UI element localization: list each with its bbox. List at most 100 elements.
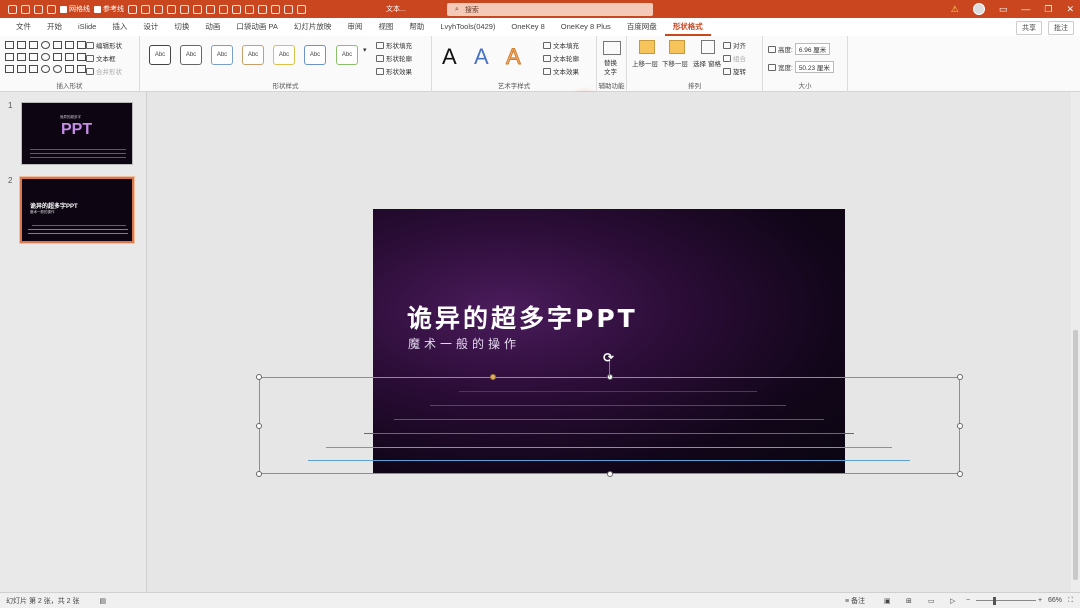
shape-gallery-item[interactable] (41, 53, 50, 61)
undo-icon[interactable] (21, 4, 30, 14)
more-icon[interactable] (297, 4, 306, 14)
shape-fill-button[interactable]: 形状填充 (376, 40, 412, 50)
shape-gallery-item[interactable] (29, 53, 38, 61)
shape-gallery-item[interactable] (65, 41, 74, 49)
wordart-preset[interactable]: A (506, 44, 522, 70)
shape-gallery-item[interactable] (17, 65, 26, 73)
shape-style-preset[interactable]: Abc (336, 45, 358, 65)
slide-thumbnail-1[interactable]: 诡异的超多字 PPT (21, 102, 133, 165)
ungroup-icon[interactable] (245, 4, 254, 14)
distribute-horizontal-icon[interactable] (206, 4, 215, 14)
shape-gallery-item[interactable] (77, 41, 86, 49)
tab-9[interactable]: 审阅 (339, 18, 370, 36)
save-icon[interactable] (8, 4, 17, 14)
close-icon[interactable]: ✕ (1066, 4, 1074, 15)
gridlines-checkbox[interactable]: 网格线 (60, 4, 90, 14)
shape-gallery-item[interactable] (65, 53, 74, 61)
shape-gallery-item[interactable] (29, 65, 38, 73)
shape-style-preset[interactable]: Abc (180, 45, 202, 65)
group-button[interactable]: 组合 (723, 53, 746, 63)
gallery-scroll-icon[interactable]: ▾ (363, 46, 367, 54)
text-box-button[interactable]: 文本框 (86, 53, 116, 63)
comments-button[interactable]: 批注 (1048, 21, 1074, 35)
slide-thumbnail-2[interactable]: 诡异的超多字PPT 魔术一般的操作 (19, 176, 135, 244)
shape-style-preset[interactable]: Abc (304, 45, 326, 65)
resize-handle[interactable] (957, 471, 963, 477)
resize-handle[interactable] (607, 471, 613, 477)
search-box[interactable]: ⌕ 搜索 (447, 3, 653, 16)
share-button[interactable]: 共享 (1016, 21, 1042, 35)
shapes-gallery[interactable] (5, 41, 86, 75)
fit-slide-icon[interactable]: ⛶ (1068, 597, 1073, 605)
shape-gallery-item[interactable] (17, 41, 26, 49)
normal-view-icon[interactable]: ▣ (884, 597, 891, 605)
tab-7[interactable]: 口袋动画 PA (228, 18, 286, 36)
shape-gallery-item[interactable] (5, 65, 14, 73)
bring-forward-button[interactable]: 上移一层 (632, 58, 658, 68)
align-right-icon[interactable] (154, 4, 163, 14)
shape-gallery-item[interactable] (53, 41, 62, 49)
shape-gallery-item[interactable] (41, 41, 50, 49)
selection-box[interactable] (259, 377, 960, 474)
shape-style-preset[interactable]: Abc (211, 45, 233, 65)
zoom-out-icon[interactable]: − (966, 597, 970, 604)
tab-14[interactable]: OneKey 8 Plus (553, 18, 619, 36)
text-effects-button[interactable]: 文本效果 (543, 66, 579, 76)
shape-style-preset[interactable]: Abc (242, 45, 264, 65)
tab-2[interactable]: iSlide (70, 18, 104, 36)
shape-gallery-item[interactable] (41, 65, 50, 73)
height-input[interactable]: 6.96 厘米 (794, 43, 831, 55)
slideshow-icon[interactable]: ▷ (950, 597, 955, 605)
group-icon[interactable] (232, 4, 241, 14)
shape-style-preset[interactable]: Abc (273, 45, 295, 65)
resize-handle[interactable] (256, 471, 262, 477)
tab-8[interactable]: 幻灯片放映 (286, 18, 340, 36)
tab-4[interactable]: 设计 (135, 18, 166, 36)
send-backward-button[interactable]: 下移一层 (662, 58, 688, 68)
shape-gallery-item[interactable] (53, 65, 62, 73)
shape-outline-button[interactable]: 形状轮廓 (376, 53, 412, 63)
slide-subtitle[interactable]: 魔术一般的操作 (408, 335, 520, 352)
restore-icon[interactable]: ❐ (1044, 4, 1052, 15)
shape-gallery-item[interactable] (77, 53, 86, 61)
tab-5[interactable]: 切换 (166, 18, 197, 36)
rotate-button[interactable]: 旋转 (723, 66, 746, 76)
tab-0[interactable]: 文件 (8, 18, 39, 36)
resize-handle[interactable] (957, 374, 963, 380)
tab-13[interactable]: OneKey 8 (503, 18, 552, 36)
text-fill-button[interactable]: 文本填充 (543, 40, 579, 50)
redo-icon[interactable] (34, 4, 43, 14)
shape-gallery-item[interactable] (65, 65, 74, 73)
shape-gallery-item[interactable] (5, 41, 14, 49)
alt-text-button-line2[interactable]: 文字 (604, 66, 617, 76)
distribute-vertical-icon[interactable] (219, 4, 228, 14)
zoom-in-icon[interactable]: + (1038, 597, 1042, 604)
align-button[interactable]: 对齐 (723, 40, 746, 50)
adjust-handle[interactable] (490, 374, 496, 380)
tab-16[interactable]: 形状格式 (664, 18, 711, 36)
zoom-level[interactable]: 66% (1048, 597, 1062, 604)
guides-checkbox[interactable]: 参考线 (94, 4, 124, 14)
shape-icon[interactable] (284, 4, 293, 14)
rotate-handle-icon[interactable]: ⟳ (603, 350, 614, 366)
shape-gallery-item[interactable] (29, 41, 38, 49)
notes-button[interactable]: ≡ 备注 (845, 596, 865, 606)
tab-10[interactable]: 视图 (370, 18, 401, 36)
shape-gallery-item[interactable] (53, 53, 62, 61)
ribbon-display-icon[interactable]: ▭ (999, 4, 1008, 15)
tab-15[interactable]: 百度网盘 (619, 18, 665, 36)
rectangle-icon[interactable] (258, 4, 267, 14)
tab-1[interactable]: 开始 (39, 18, 70, 36)
resize-handle[interactable] (256, 423, 262, 429)
align-middle-icon[interactable] (180, 4, 189, 14)
minimize-icon[interactable]: — (1021, 4, 1030, 14)
shape-gallery-item[interactable] (5, 53, 14, 61)
slide-title[interactable]: 诡异的超多字PPT (407, 299, 638, 335)
merge-shapes-button[interactable]: 合并形状 (86, 66, 122, 76)
format-painter-icon[interactable] (47, 4, 56, 14)
shape-gallery-item[interactable] (77, 65, 86, 73)
avatar[interactable] (972, 3, 985, 15)
resize-handle[interactable] (256, 374, 262, 380)
shape-effects-button[interactable]: 形状效果 (376, 66, 412, 76)
circle-icon[interactable] (271, 4, 280, 14)
